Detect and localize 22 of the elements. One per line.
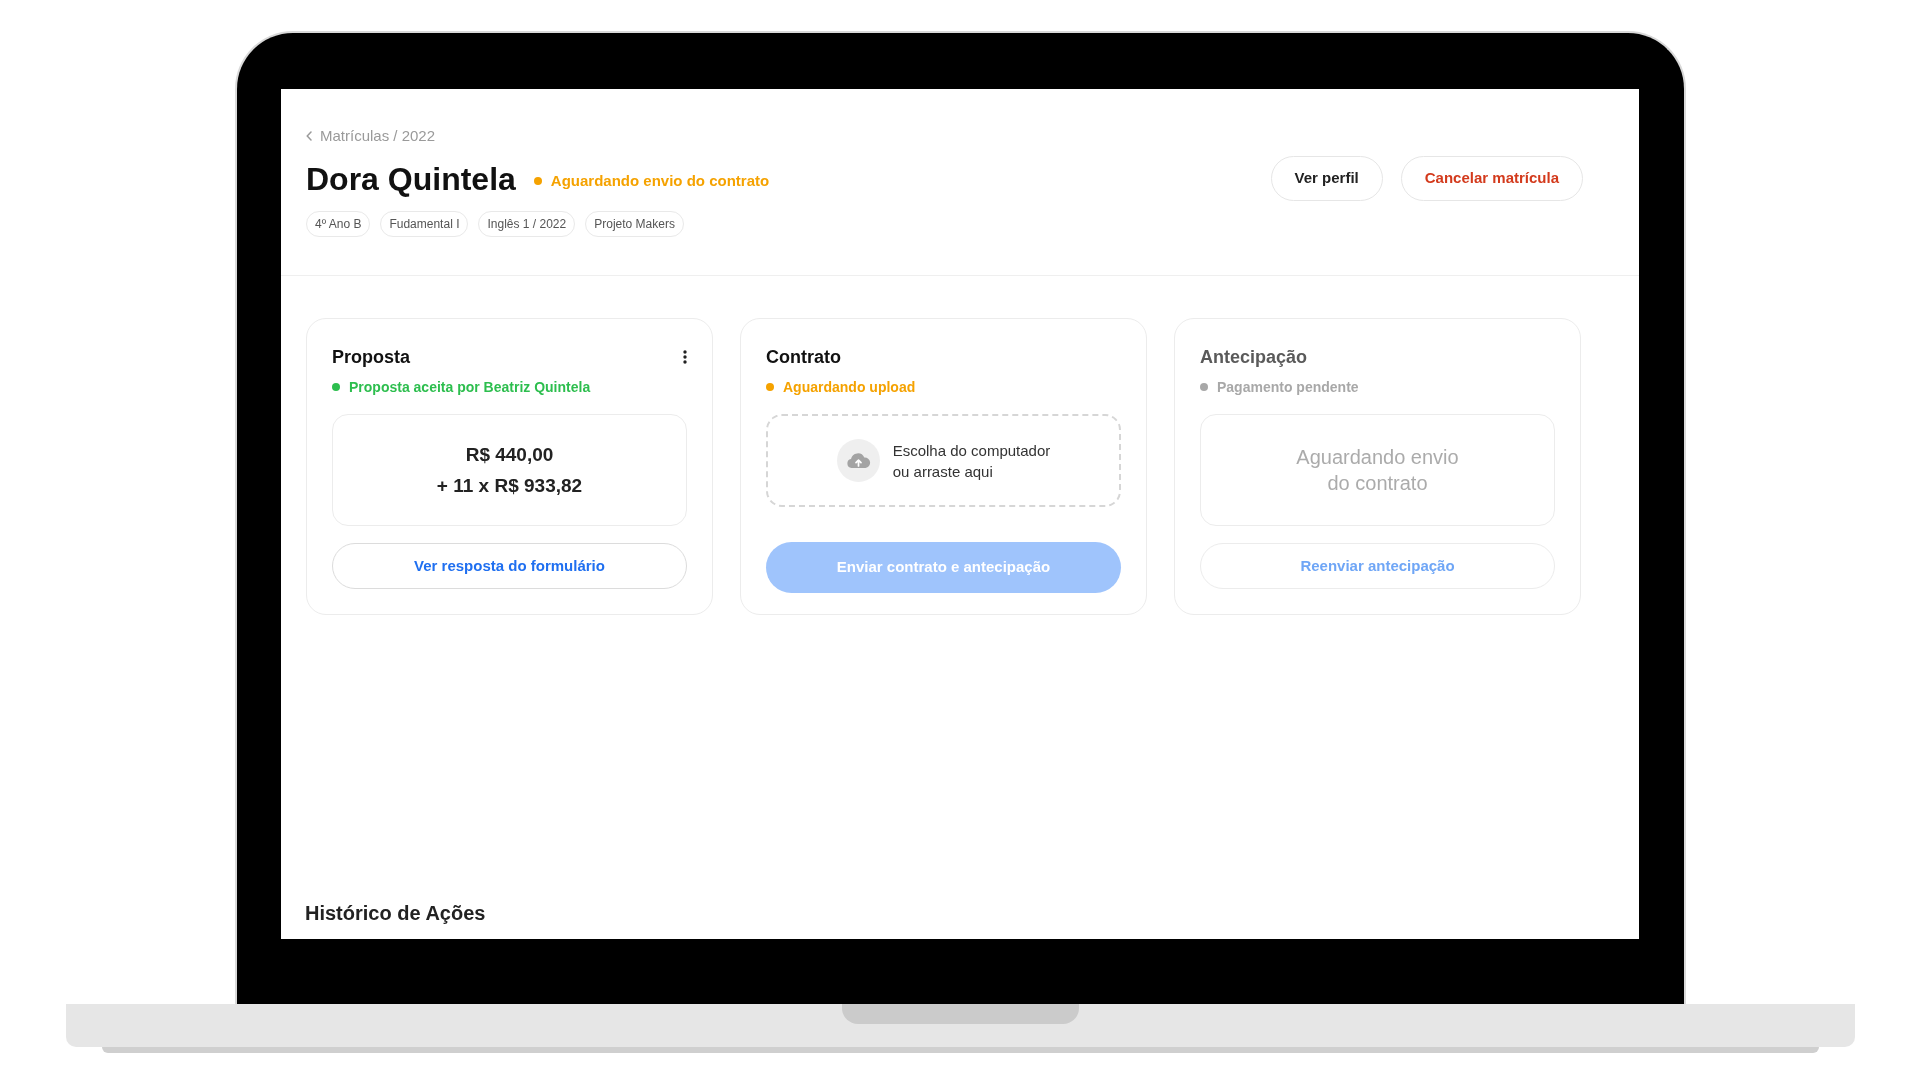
breadcrumb-link[interactable]: Matrículas / 2022 — [306, 127, 436, 145]
section-title: Histórico de Ações — [304, 901, 487, 925]
message-text: Aguardando envio do contrato — [1296, 445, 1459, 496]
file-drop-zone[interactable]: Escolha do computador ou arraste aqui — [766, 414, 1121, 507]
amount-text: + 11 x R$ 933,82 — [436, 474, 583, 498]
outline-button[interactable]: Reenviar antecipação — [1200, 543, 1555, 589]
cloud-upload-icon — [836, 439, 880, 482]
amount-text: R$ 440,00 — [465, 443, 554, 467]
kebab-menu-icon[interactable] — [683, 350, 687, 364]
status-text: Pagamento pendente — [1217, 378, 1359, 396]
chevron-left-icon — [306, 131, 312, 141]
outline-button[interactable]: Ver resposta do formulário — [332, 543, 687, 589]
card-title: Proposta — [332, 346, 410, 368]
upload-hint-text: Escolha do computador ou arraste aqui — [892, 440, 1051, 482]
card-title: Antecipação — [1200, 346, 1308, 368]
card-title: Contrato — [766, 346, 841, 368]
status-text: Proposta aceita por Beatriz Quintela — [349, 378, 591, 396]
status-text: Aguardando upload — [783, 378, 916, 396]
header-button[interactable]: Ver perfil — [1270, 156, 1383, 201]
student-name: Dora Quintela — [306, 159, 516, 198]
header-button[interactable]: Cancelar matrícula — [1400, 156, 1583, 201]
status-text: Aguardando envio do contrato — [550, 172, 770, 190]
